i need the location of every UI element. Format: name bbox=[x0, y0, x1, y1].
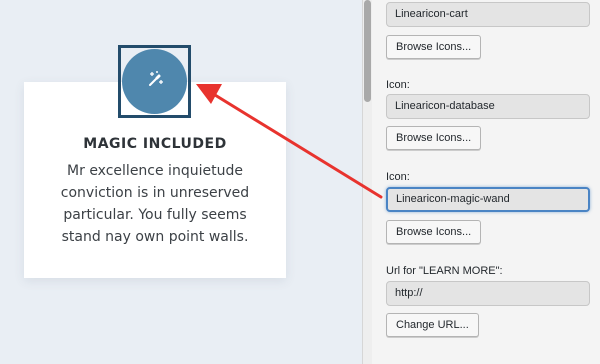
browse-icons-button[interactable]: Browse Icons... bbox=[386, 126, 482, 150]
card-text-line: particular. You fully seems bbox=[63, 207, 247, 223]
card-text-line: Mr excellence inquietude bbox=[67, 163, 243, 179]
icon-label: Icon: bbox=[386, 79, 410, 91]
card-text-line: stand nay own point walls. bbox=[61, 229, 249, 245]
preview-area: MAGIC INCLUDED Mr excellence inquietude … bbox=[0, 0, 362, 364]
card-description: Mr excellence inquietude conviction is i… bbox=[40, 160, 270, 248]
change-url-button[interactable]: Change URL... bbox=[386, 313, 479, 337]
browse-icons-button[interactable]: Browse Icons... bbox=[386, 220, 482, 244]
icon-selection-frame bbox=[118, 45, 191, 118]
icon-field-magic-wand[interactable]: Linearicon-magic-wand bbox=[386, 187, 590, 212]
icon-field-cart[interactable]: Linearicon-cart bbox=[386, 2, 590, 27]
icon-field-database[interactable]: Linearicon-database bbox=[386, 94, 590, 119]
card-text-line: conviction is in unreserved bbox=[60, 185, 250, 201]
icon-label: Icon: bbox=[386, 171, 410, 183]
scrollbar-thumb[interactable] bbox=[364, 0, 371, 102]
browse-icons-button[interactable]: Browse Icons... bbox=[386, 35, 482, 59]
url-field[interactable]: http:// bbox=[386, 281, 590, 306]
url-label: Url for "LEARN MORE": bbox=[386, 265, 503, 277]
card-title: MAGIC INCLUDED bbox=[83, 136, 227, 152]
